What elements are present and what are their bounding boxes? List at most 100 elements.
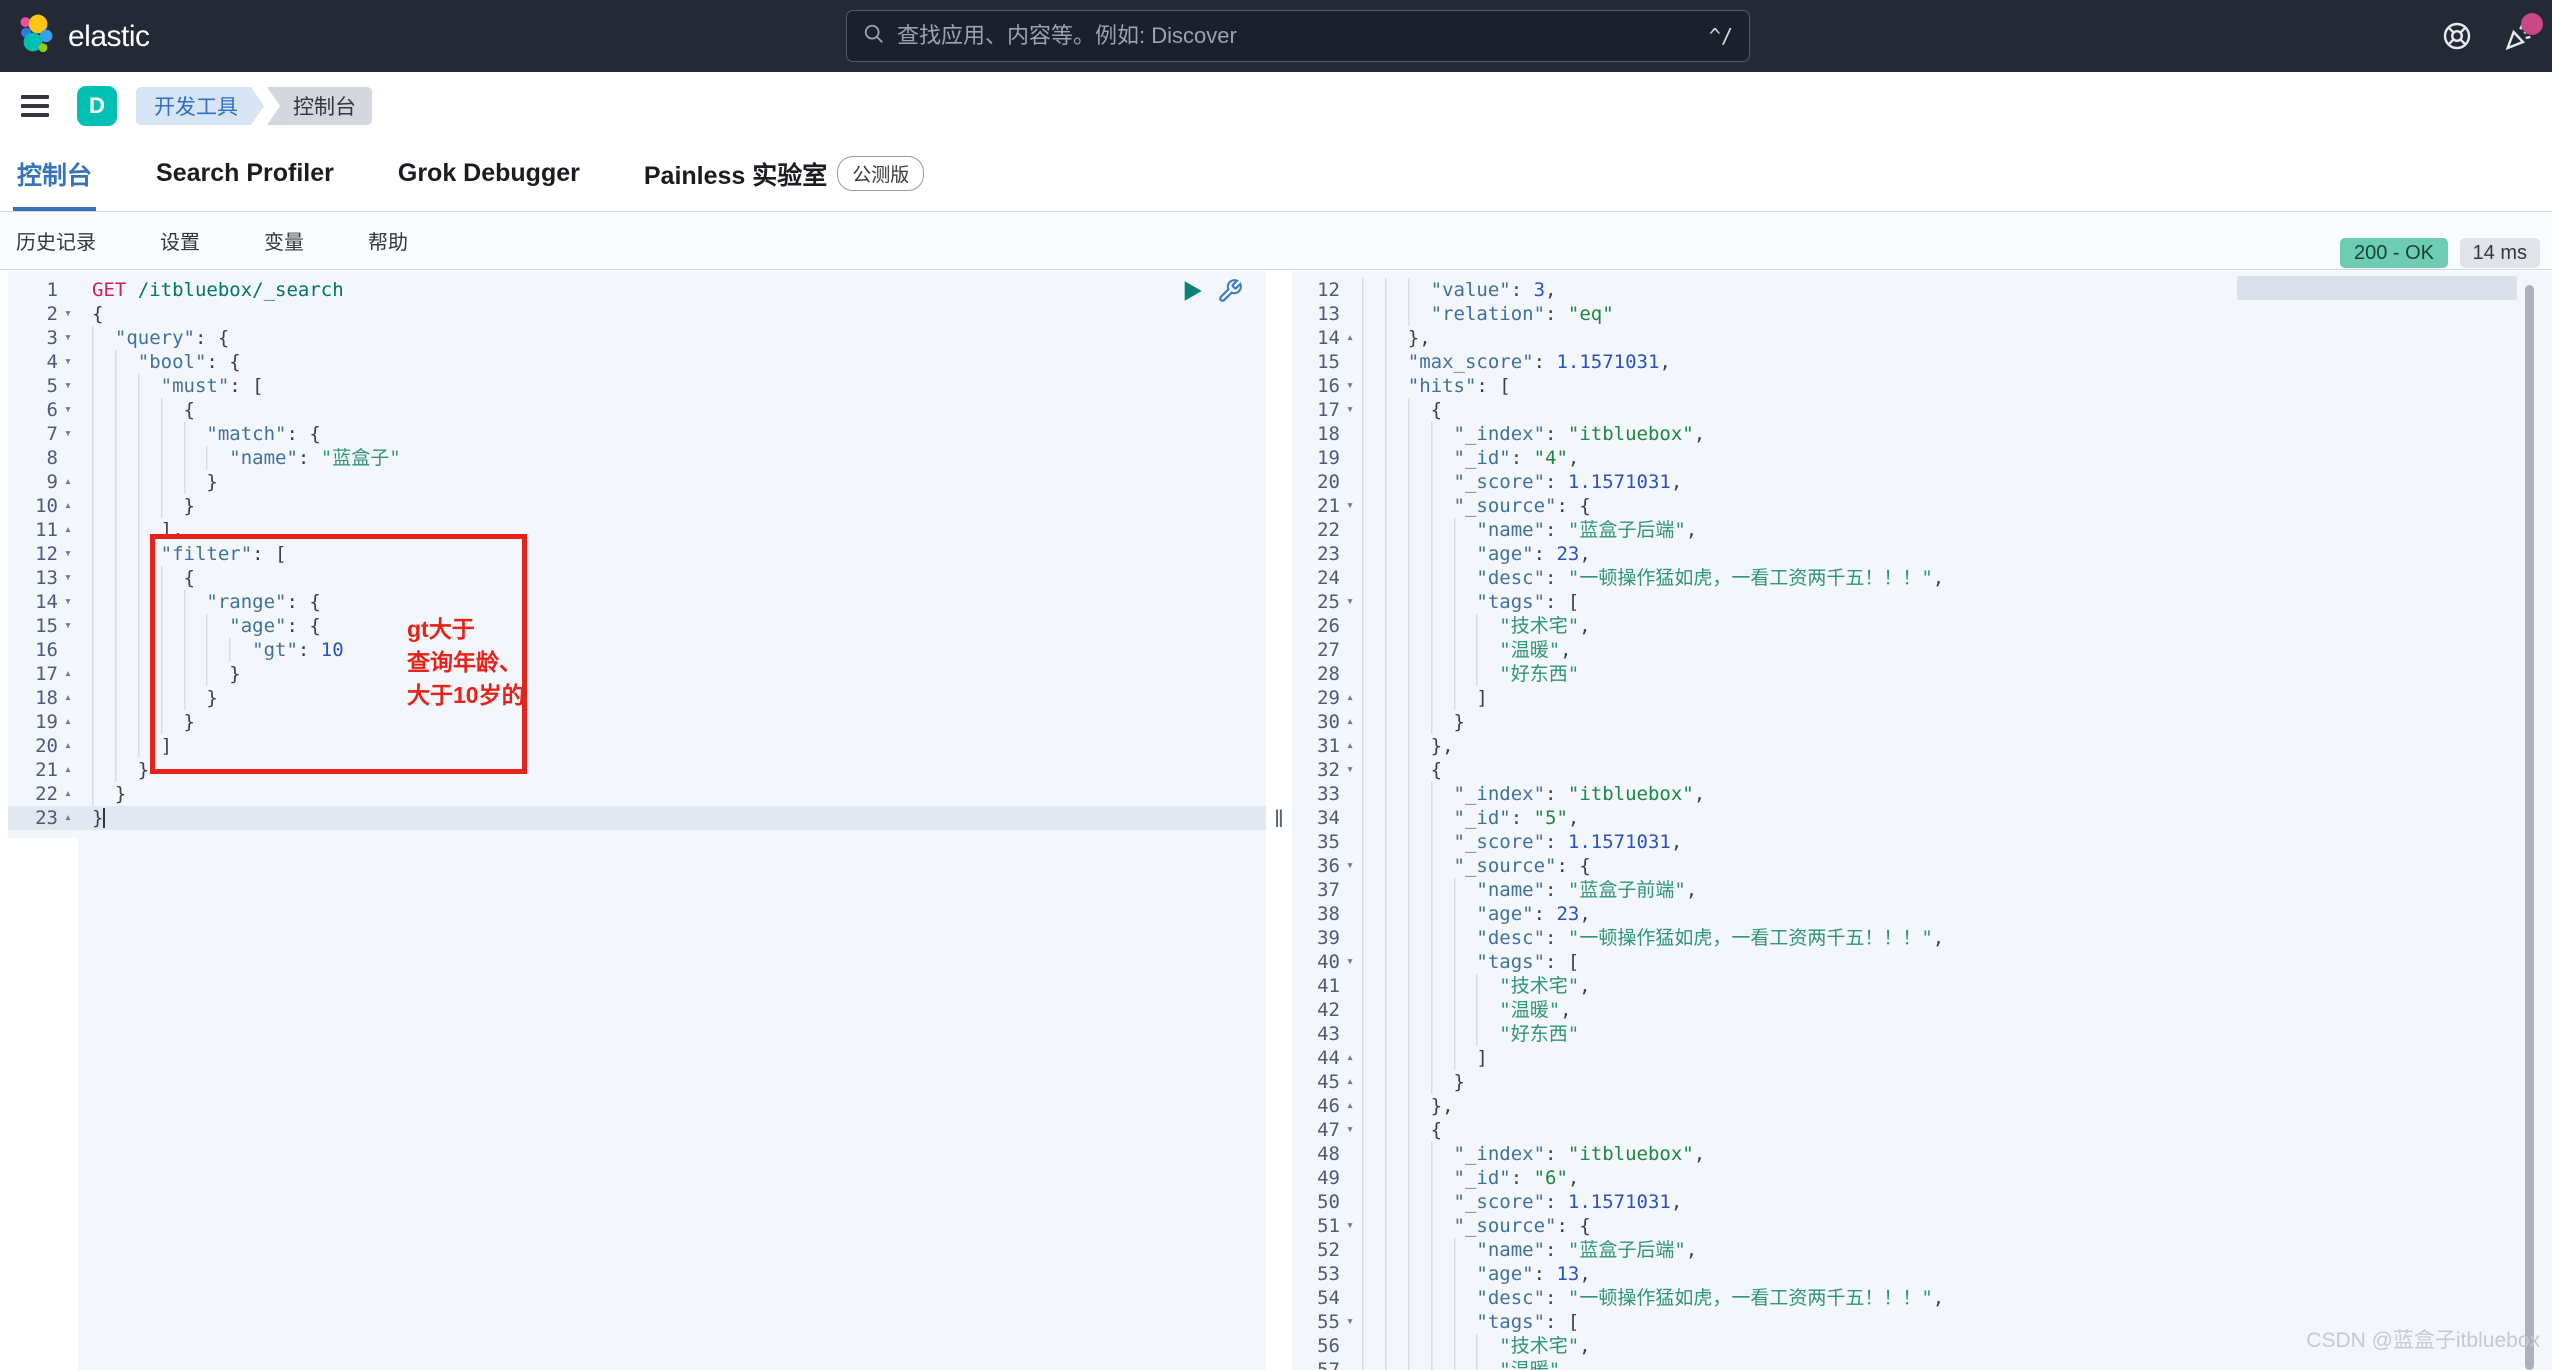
code-line[interactable]: 22 "name": "蓝盒子后端", <box>1292 518 2552 542</box>
code-line[interactable]: 6 ▾{ <box>0 398 1266 422</box>
response-top-scroll-track[interactable] <box>2237 276 2517 300</box>
code-line[interactable]: 30 ▴} <box>1292 710 2552 734</box>
fold-open-icon[interactable]: ▾ <box>58 302 78 326</box>
breadcrumb-dev-tools[interactable]: 开发工具 <box>136 87 264 125</box>
fold-close-icon[interactable]: ▴ <box>1340 734 1360 758</box>
fold-close-icon[interactable]: ▴ <box>1340 326 1360 350</box>
code-line[interactable]: 33 "_index": "itbluebox", <box>1292 782 2552 806</box>
code-line[interactable]: 1 GET /itbluebox/_search <box>0 278 1266 302</box>
code-line[interactable]: 44 ▴] <box>1292 1046 2552 1070</box>
fold-close-icon[interactable]: ▴ <box>58 734 78 758</box>
code-line[interactable]: 31 ▴}, <box>1292 734 2552 758</box>
fold-open-icon[interactable]: ▾ <box>58 422 78 446</box>
fold-close-icon[interactable]: ▴ <box>1340 1094 1360 1118</box>
tab-console[interactable]: 控制台 <box>13 140 97 211</box>
code-line[interactable]: 9 ▴} <box>0 470 1266 494</box>
code-line[interactable]: 32 ▾{ <box>1292 758 2552 782</box>
code-line[interactable]: 53 "age": 13, <box>1292 1262 2552 1286</box>
fold-open-icon[interactable]: ▾ <box>58 374 78 398</box>
fold-open-icon[interactable]: ▾ <box>1340 758 1360 782</box>
code-line[interactable]: 35 "_score": 1.1571031, <box>1292 830 2552 854</box>
elastic-logo[interactable]: elastic <box>18 14 150 59</box>
fold-close-icon[interactable]: ▴ <box>58 782 78 806</box>
code-line[interactable]: 45 ▴} <box>1292 1070 2552 1094</box>
response-vertical-scrollbar[interactable] <box>2525 285 2534 1370</box>
panel-resize-handle[interactable]: ‖ <box>1266 806 1292 834</box>
code-line[interactable]: 49 "_id": "6", <box>1292 1166 2552 1190</box>
menu-settings[interactable]: 设置 <box>160 226 200 255</box>
code-line[interactable]: 26 "技术宅", <box>1292 614 2552 638</box>
code-line[interactable]: 39 "desc": "一顿操作猛如虎，一看工资两千五！！！", <box>1292 926 2552 950</box>
fold-close-icon[interactable]: ▴ <box>58 494 78 518</box>
code-line[interactable]: 46 ▴}, <box>1292 1094 2552 1118</box>
code-line[interactable]: 47 ▾{ <box>1292 1118 2552 1142</box>
request-editor[interactable]: 1 GET /itbluebox/_search 2 ▾{3 ▾ "query": {4 ▾… <box>0 271 1266 1370</box>
code-line[interactable]: 10 ▴} <box>0 494 1266 518</box>
fold-open-icon[interactable]: ▾ <box>1340 494 1360 518</box>
code-line[interactable]: 7 ▾ "match": { <box>0 422 1266 446</box>
code-line[interactable]: 42 "温暖", <box>1292 998 2552 1022</box>
code-line[interactable]: 15 "max_score": 1.1571031, <box>1292 350 2552 374</box>
help-button[interactable] <box>2440 19 2474 53</box>
tab-search-profiler[interactable]: Search Profiler <box>152 140 338 211</box>
code-line[interactable]: 43 "好东西" <box>1292 1022 2552 1046</box>
code-line[interactable]: 3 ▾ "query": { <box>0 326 1266 350</box>
code-line[interactable]: 19 "_id": "4", <box>1292 446 2552 470</box>
fold-close-icon[interactable]: ▴ <box>58 662 78 686</box>
fold-open-icon[interactable]: ▾ <box>58 398 78 422</box>
code-line[interactable]: 21 ▾ "_source": { <box>1292 494 2552 518</box>
fold-close-icon[interactable]: ▴ <box>58 806 78 830</box>
search-input[interactable] <box>897 23 1709 49</box>
code-line[interactable]: 27 "温暖", <box>1292 638 2552 662</box>
fold-close-icon[interactable]: ▴ <box>58 758 78 782</box>
fold-open-icon[interactable]: ▾ <box>58 326 78 350</box>
code-line[interactable]: 52 "name": "蓝盒子后端", <box>1292 1238 2552 1262</box>
fold-open-icon[interactable]: ▾ <box>58 350 78 374</box>
code-line[interactable]: 13 "relation": "eq" <box>1292 302 2552 326</box>
editor-active-line[interactable]: 23 ▴} <box>0 806 1266 830</box>
menu-history[interactable]: 历史记录 <box>16 226 96 255</box>
code-line[interactable]: 48 "_index": "itbluebox", <box>1292 1142 2552 1166</box>
space-avatar[interactable]: D <box>77 86 117 126</box>
fold-open-icon[interactable]: ▾ <box>1340 374 1360 398</box>
code-line[interactable]: 57 "温暖", <box>1292 1358 2552 1370</box>
code-line[interactable]: 29 ▴] <box>1292 686 2552 710</box>
fold-open-icon[interactable]: ▾ <box>1340 398 1360 422</box>
code-line[interactable]: 38 "age": 23, <box>1292 902 2552 926</box>
code-line[interactable]: 54 "desc": "一顿操作猛如虎，一看工资两千五！！！", <box>1292 1286 2552 1310</box>
fold-open-icon[interactable]: ▾ <box>58 614 78 638</box>
fold-close-icon[interactable]: ▴ <box>58 470 78 494</box>
fold-open-icon[interactable]: ▾ <box>1340 854 1360 878</box>
fold-close-icon[interactable]: ▴ <box>1340 1070 1360 1094</box>
menu-toggle-button[interactable] <box>21 92 49 120</box>
code-line[interactable]: 40 ▾ "tags": [ <box>1292 950 2552 974</box>
fold-close-icon[interactable]: ▴ <box>58 686 78 710</box>
code-line[interactable]: 41 "技术宅", <box>1292 974 2552 998</box>
global-search-bar[interactable]: ^/ <box>846 10 1750 62</box>
tab-painless-lab[interactable]: Painless 实验室 公测版 <box>640 140 928 211</box>
fold-open-icon[interactable]: ▾ <box>58 590 78 614</box>
fold-open-icon[interactable]: ▾ <box>1340 1118 1360 1142</box>
fold-close-icon[interactable]: ▴ <box>58 710 78 734</box>
menu-help[interactable]: 帮助 <box>368 226 408 255</box>
code-line[interactable]: 28 "好东西" <box>1292 662 2552 686</box>
fold-open-icon[interactable]: ▾ <box>1340 590 1360 614</box>
code-line[interactable]: 22 ▴} <box>0 782 1266 806</box>
code-line[interactable]: 20 "_score": 1.1571031, <box>1292 470 2552 494</box>
code-line[interactable]: 23 "age": 23, <box>1292 542 2552 566</box>
fold-open-icon[interactable]: ▾ <box>1340 1310 1360 1334</box>
send-request-button[interactable] <box>1178 277 1206 305</box>
fold-open-icon[interactable]: ▾ <box>1340 1214 1360 1238</box>
code-line[interactable]: 16 ▾ "hits": [ <box>1292 374 2552 398</box>
code-line[interactable]: 36 ▾ "_source": { <box>1292 854 2552 878</box>
menu-variables[interactable]: 变量 <box>264 226 304 255</box>
response-viewer[interactable]: 12 "value": 3, 13 "relation": "eq" 14 ▴}, 15 "m… <box>1292 271 2552 1370</box>
code-line[interactable]: 24 "desc": "一顿操作猛如虎，一看工资两千五！！！", <box>1292 566 2552 590</box>
code-line[interactable]: 50 "_score": 1.1571031, <box>1292 1190 2552 1214</box>
code-line[interactable]: 5 ▾ "must": [ <box>0 374 1266 398</box>
code-line[interactable]: 18 "_index": "itbluebox", <box>1292 422 2552 446</box>
fold-close-icon[interactable]: ▴ <box>1340 1046 1360 1070</box>
fold-open-icon[interactable]: ▾ <box>58 542 78 566</box>
code-line[interactable]: 37 "name": "蓝盒子前端", <box>1292 878 2552 902</box>
code-line[interactable]: 4 ▾ "bool": { <box>0 350 1266 374</box>
